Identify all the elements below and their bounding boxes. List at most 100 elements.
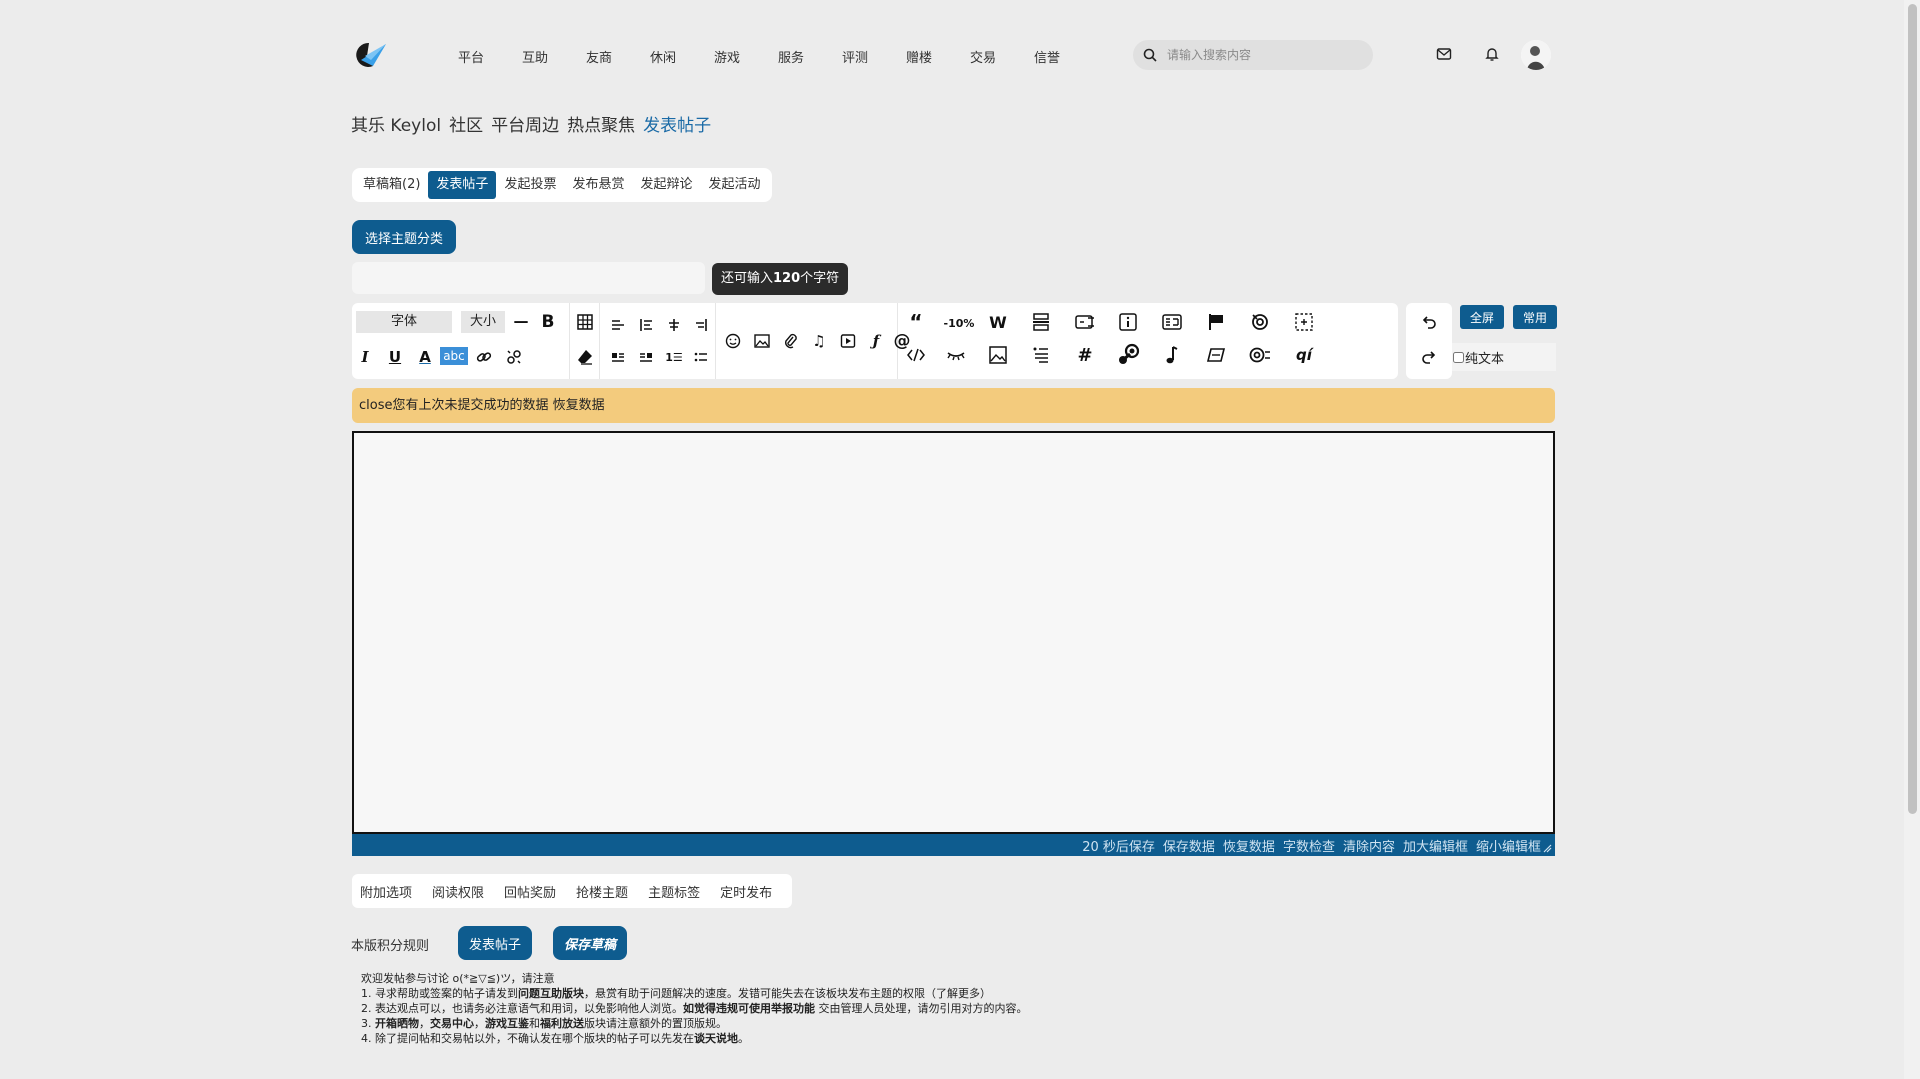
page-break-icon[interactable] <box>1029 310 1053 334</box>
option-floor-grab[interactable]: 抢楼主题 <box>576 882 628 901</box>
steam-icon[interactable] <box>1116 343 1140 367</box>
breadcrumb-hot-topics[interactable]: 热点聚焦 <box>567 111 635 136</box>
user-avatar[interactable] <box>1521 40 1551 70</box>
editor-area[interactable] <box>352 431 1555 834</box>
align-center-icon[interactable] <box>662 313 686 337</box>
undo-icon[interactable] <box>1417 310 1441 334</box>
size-select[interactable]: 大小 <box>461 311 505 333</box>
nav-item-giveaway[interactable]: 赠楼 <box>906 47 970 66</box>
redo-icon[interactable] <box>1417 345 1441 369</box>
nav-item-vendors[interactable]: 友商 <box>586 47 650 66</box>
option-scheduled[interactable]: 定时发布 <box>720 882 772 901</box>
align-right-icon[interactable] <box>689 313 713 337</box>
hide-content-icon[interactable] <box>1073 310 1097 334</box>
tab-bounty[interactable]: 发布悬赏 <box>564 171 632 199</box>
table-icon[interactable] <box>573 310 597 334</box>
save-data-link[interactable]: 保存数据 <box>1163 836 1215 855</box>
nav-item-leisure[interactable]: 休闲 <box>650 47 714 66</box>
gallery-icon[interactable] <box>986 343 1010 367</box>
wiki-icon[interactable]: W <box>986 310 1010 334</box>
discount-icon[interactable]: -10% <box>944 311 975 335</box>
spoiler-icon[interactable] <box>944 343 968 367</box>
title-input[interactable] <box>352 262 705 294</box>
bold-icon[interactable]: B <box>536 310 560 334</box>
breadcrumb-home[interactable]: 其乐 Keylol <box>351 111 441 136</box>
float-left-icon[interactable] <box>606 345 630 369</box>
video-icon[interactable] <box>836 329 860 353</box>
scrollbar-thumb[interactable] <box>1908 4 1917 814</box>
tab-event[interactable]: 发起活动 <box>700 171 768 199</box>
font-color-icon[interactable]: A <box>413 345 437 369</box>
mail-icon[interactable] <box>1436 46 1452 62</box>
nav-item-platform[interactable]: 平台 <box>458 47 522 66</box>
hashtag-icon[interactable]: # <box>1073 343 1097 367</box>
font-select[interactable]: 字体 <box>356 311 452 333</box>
notice-close-link[interactable]: close <box>359 398 392 413</box>
steam-card-icon[interactable] <box>1160 310 1184 334</box>
shrink-editor-link[interactable]: 缩小编辑框 <box>1476 836 1541 855</box>
submit-post-button[interactable]: 发表帖子 <box>458 926 532 960</box>
align-indent-icon[interactable] <box>634 313 658 337</box>
italic-icon[interactable]: I <box>353 345 377 369</box>
flash-icon[interactable]: ƒ <box>864 329 888 353</box>
tab-new-post[interactable]: 发表帖子 <box>428 171 497 199</box>
option-read-permission[interactable]: 阅读权限 <box>432 882 484 901</box>
fullscreen-button[interactable]: 全屏 <box>1460 305 1504 329</box>
underline-icon[interactable]: U <box>383 345 407 369</box>
notice-restore-link[interactable]: 恢复数据 <box>553 398 605 413</box>
float-right-icon[interactable] <box>634 345 658 369</box>
image-icon[interactable] <box>750 329 774 353</box>
nav-item-games[interactable]: 游戏 <box>714 47 778 66</box>
bell-icon[interactable] <box>1484 46 1500 62</box>
index-icon[interactable] <box>1029 343 1053 367</box>
option-reply-reward[interactable]: 回帖奖励 <box>504 882 556 901</box>
nav-item-help[interactable]: 互助 <box>522 47 586 66</box>
highlight-icon[interactable]: abc <box>440 347 468 365</box>
breadcrumb-new-post[interactable]: 发表帖子 <box>643 111 711 136</box>
tab-debate[interactable]: 发起辩论 <box>632 171 700 199</box>
unlink-icon[interactable] <box>502 345 526 369</box>
common-button[interactable]: 常用 <box>1513 305 1557 329</box>
word-count-link[interactable]: 字数检查 <box>1283 836 1335 855</box>
breadcrumb-community[interactable]: 社区 <box>449 111 483 136</box>
spiral-icon[interactable] <box>1248 310 1272 334</box>
eraser-icon[interactable] <box>573 345 597 369</box>
nav-item-services[interactable]: 服务 <box>778 47 842 66</box>
tab-drafts[interactable]: 草稿箱(2) <box>355 171 428 199</box>
nav-item-reputation[interactable]: 信誉 <box>1034 47 1098 66</box>
info-box-icon[interactable] <box>1116 310 1140 334</box>
unordered-list-icon[interactable] <box>689 345 713 369</box>
music-icon[interactable]: ♫ <box>807 329 831 353</box>
search-input[interactable] <box>1167 45 1362 65</box>
quote-icon[interactable]: “ <box>904 310 928 334</box>
flag-icon[interactable] <box>1204 310 1228 334</box>
credit-rules-link[interactable]: 本版积分规则 <box>351 935 429 954</box>
link-icon[interactable] <box>472 345 496 369</box>
option-extra[interactable]: 附加选项 <box>360 882 412 901</box>
align-left-icon[interactable] <box>606 313 630 337</box>
save-draft-button[interactable]: 保存草稿 <box>553 926 627 960</box>
enlarge-editor-link[interactable]: 加大编辑框 <box>1403 836 1468 855</box>
code-icon[interactable] <box>904 343 928 367</box>
select-category-button[interactable]: 选择主题分类 <box>352 220 456 254</box>
nav-item-reviews[interactable]: 评测 <box>842 47 906 66</box>
emoji-icon[interactable] <box>721 329 745 353</box>
nav-item-trade[interactable]: 交易 <box>970 47 1034 66</box>
spiral-list-icon[interactable] <box>1248 343 1272 367</box>
keylol-logo[interactable] <box>351 40 387 70</box>
attachment-icon[interactable] <box>779 329 803 353</box>
clear-content-link[interactable]: 清除内容 <box>1343 836 1395 855</box>
music-note-icon[interactable] <box>1160 343 1184 367</box>
plain-text-toggle[interactable]: 纯文本 <box>1452 343 1556 371</box>
horizontal-rule-icon[interactable]: — <box>509 309 533 333</box>
select-area-icon[interactable] <box>1292 310 1316 334</box>
breadcrumb-platform-periphery[interactable]: 平台周边 <box>491 111 559 136</box>
strike-box-icon[interactable] <box>1204 343 1228 367</box>
ordered-list-icon[interactable]: 1☰ <box>662 345 686 369</box>
plain-text-checkbox[interactable] <box>1453 351 1464 363</box>
resize-handle-icon[interactable] <box>1543 844 1552 853</box>
quote-text-icon[interactable]: qí <box>1292 343 1316 367</box>
option-tags[interactable]: 主题标签 <box>648 882 700 901</box>
tab-poll[interactable]: 发起投票 <box>496 171 564 199</box>
search-icon[interactable] <box>1143 48 1157 62</box>
